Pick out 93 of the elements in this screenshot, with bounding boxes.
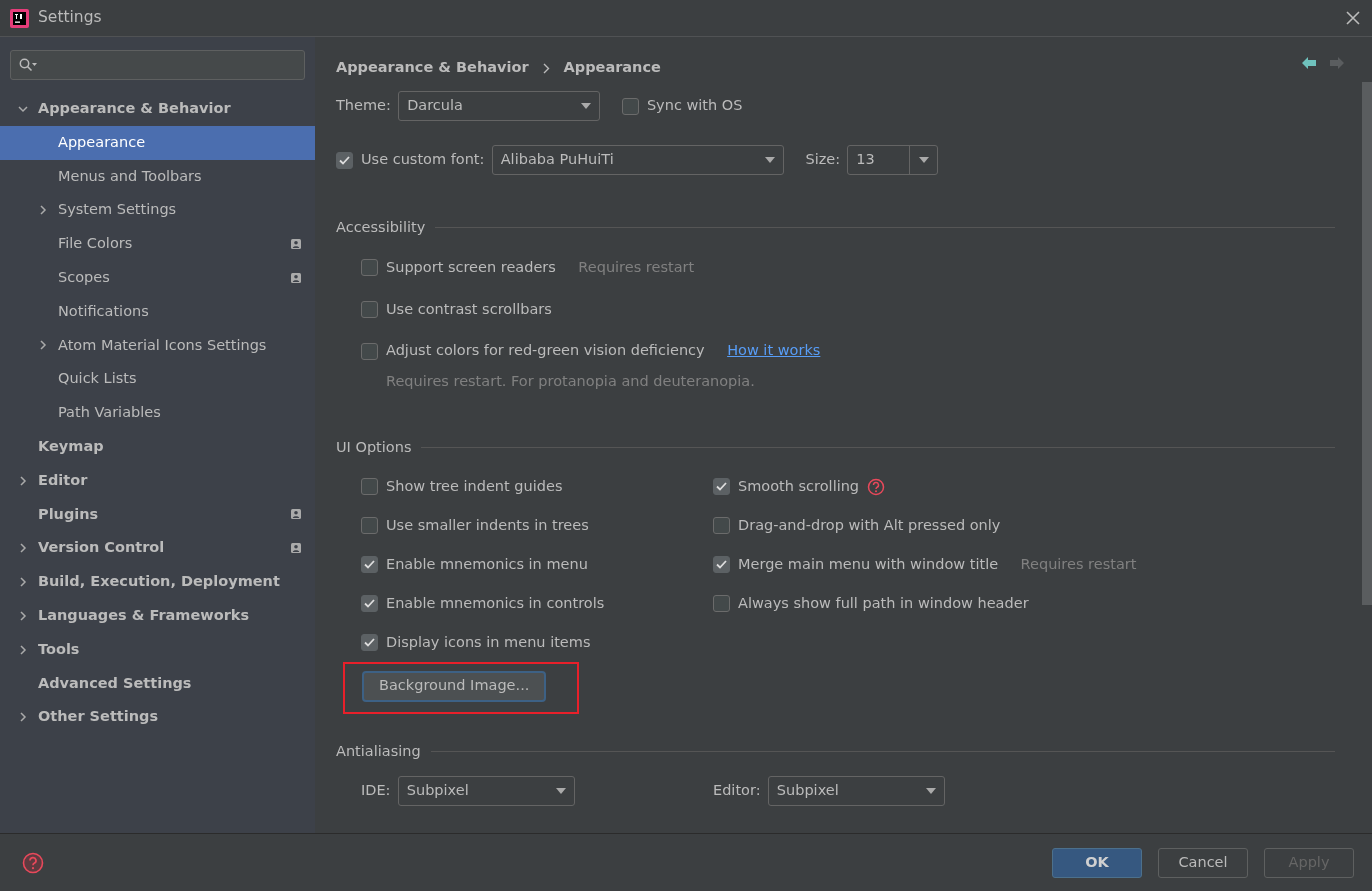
checkbox[interactable] (336, 151, 353, 169)
sidebar-item[interactable]: Keymap (0, 429, 315, 464)
search-icon (19, 58, 37, 72)
field-label: Theme: (336, 96, 391, 116)
checkbox[interactable] (361, 478, 378, 495)
checkbox-label: Always show full path in window header (738, 593, 1029, 613)
checkbox-label: Support screen readers (386, 257, 556, 277)
editor-dropdown[interactable]: Subpixel (767, 776, 945, 807)
sidebar-item[interactable]: Tools (0, 632, 315, 667)
check-icon (364, 599, 375, 608)
section-title: Accessibility (336, 218, 426, 237)
search-field[interactable] (10, 50, 305, 80)
field-label: IDE: (361, 781, 391, 801)
project-badge-icon (291, 509, 301, 520)
checkbox[interactable] (713, 517, 730, 534)
checkbox[interactable] (361, 342, 378, 360)
app-logo-icon (10, 8, 29, 28)
forward-arrow-icon (1330, 57, 1344, 69)
hint-text: Requires restart. For protanopia and deuteranopia. (386, 372, 755, 391)
checkbox-label: Show tree indent guides (386, 476, 563, 496)
font-dropdown[interactable]: Alibaba PuHuiTi (491, 145, 784, 175)
check-icon (364, 638, 375, 647)
help-icon (22, 851, 44, 874)
checkbox-label: Sync with OS (646, 96, 743, 116)
scrollbar-thumb[interactable] (1362, 82, 1372, 605)
checkbox[interactable] (713, 595, 730, 612)
project-badge-icon (291, 543, 301, 554)
theme-dropdown[interactable]: Darcula (398, 91, 601, 121)
field-label: Editor: (713, 781, 761, 801)
sidebar-item[interactable]: Appearance & Behavior (0, 92, 315, 126)
how-it-works-link[interactable]: How it works (727, 340, 821, 362)
sidebar-item[interactable]: Build, Execution, Deployment (0, 565, 315, 599)
caret-icon (925, 788, 936, 795)
sidebar-item[interactable]: Path Variables (0, 396, 315, 430)
checkbox-label: Drag-and-drop with Alt pressed only (738, 515, 1001, 535)
breadcrumb-item[interactable]: Appearance (563, 57, 661, 79)
caret-icon (581, 103, 592, 109)
field-label: Size: (805, 150, 841, 170)
project-badge-icon (291, 272, 301, 283)
dialog-button[interactable]: Cancel (1158, 847, 1248, 878)
checkbox-label: Use custom font: (361, 150, 485, 170)
sidebar-item[interactable]: Languages & Frameworks (0, 598, 315, 633)
background-image-button[interactable]: Background Image... (362, 670, 547, 702)
check-icon (364, 560, 375, 569)
checkbox-label: Enable mnemonics in menu (386, 554, 588, 574)
close-icon (1346, 11, 1360, 25)
window-title: Settings (38, 7, 103, 29)
check-icon (339, 155, 350, 165)
checkbox[interactable] (361, 595, 378, 612)
checkbox-label: Merge main menu with window title (738, 554, 999, 574)
check-icon (716, 482, 727, 491)
checkbox-label: Enable mnemonics in controls (386, 593, 605, 613)
section-title: UI Options (336, 437, 412, 457)
checkbox[interactable] (713, 478, 730, 495)
sidebar-item[interactable]: Editor (0, 463, 315, 498)
caret-icon (918, 157, 929, 163)
breadcrumb-item[interactable]: Appearance & Behavior (336, 57, 529, 79)
sidebar-item[interactable]: Version Control (0, 531, 315, 566)
checkbox[interactable] (621, 97, 639, 115)
checkbox[interactable] (361, 300, 378, 318)
checkbox-label: Use smaller indents in trees (386, 515, 589, 535)
hint-text: Requires restart (578, 257, 695, 277)
checkbox-label: Adjust colors for red-green vision deficiency (386, 341, 705, 361)
checkbox-label: Display icons in menu items (386, 632, 591, 652)
ide-dropdown[interactable]: Subpixel (397, 776, 575, 807)
caret-icon (764, 157, 775, 163)
sidebar-item[interactable]: Advanced Settings (0, 666, 315, 701)
sidebar-item[interactable]: File Colors (0, 227, 315, 261)
checkbox[interactable] (361, 517, 378, 534)
check-icon (716, 560, 727, 569)
caret-icon (555, 788, 566, 795)
checkbox[interactable] (361, 259, 378, 277)
hint-text: Requires restart (1020, 554, 1137, 574)
checkbox-label: Smooth scrolling (738, 476, 860, 496)
sidebar-item[interactable]: Menus and Toolbars (0, 159, 315, 194)
project-badge-icon (291, 239, 301, 250)
sidebar-item[interactable]: Appearance (0, 125, 315, 160)
chevron-icon (542, 62, 550, 74)
checkbox[interactable] (713, 556, 730, 573)
sidebar-item[interactable]: Scopes (0, 261, 315, 295)
section-title: Antialiasing (336, 741, 421, 761)
sidebar-item[interactable]: Other Settings (0, 700, 315, 735)
checkbox[interactable] (361, 556, 378, 573)
sidebar-item[interactable]: Quick Lists (0, 362, 315, 397)
sidebar-item[interactable]: Atom Material Icons Settings (0, 328, 315, 363)
back-arrow-icon (1302, 57, 1316, 69)
sidebar-item[interactable]: System Settings (0, 193, 315, 228)
dialog-button[interactable]: OK (1052, 847, 1142, 878)
size-field[interactable]: 13 (847, 145, 939, 175)
sidebar-item[interactable]: Notifications (0, 294, 315, 329)
sidebar-item[interactable]: Plugins (0, 497, 315, 532)
checkbox[interactable] (361, 634, 378, 651)
checkbox-label: Use contrast scrollbars (386, 299, 552, 319)
